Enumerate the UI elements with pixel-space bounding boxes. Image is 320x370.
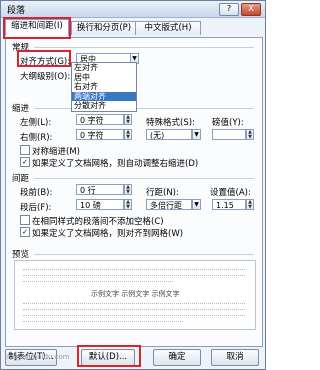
space-after-spinner[interactable]: ▲ ▼ xyxy=(124,199,132,210)
tab-indent-spacing[interactable]: 缩进和间距(I) xyxy=(5,19,69,36)
help-button[interactable]: ? xyxy=(219,3,239,16)
general-separator xyxy=(34,47,254,48)
preview-line xyxy=(23,269,245,271)
indent-separator xyxy=(34,108,254,109)
indent-section-label: 缩进 xyxy=(12,104,30,114)
left-indent-label: 左侧(L): xyxy=(20,118,52,128)
outline-level-label: 大纲级别(O): xyxy=(20,72,71,82)
preview-line xyxy=(23,275,245,277)
left-indent-spinner[interactable]: ▲ ▼ xyxy=(124,114,132,125)
preview-separator xyxy=(34,254,254,255)
line-spacing-label: 行距(N): xyxy=(146,188,179,198)
line-spacing-select[interactable]: 多倍行距 xyxy=(146,199,192,210)
snap-to-grid-label: 如果定义了文档网格，则对齐到网格(W) xyxy=(32,229,184,239)
title-bar: 段落 ? X xyxy=(1,1,265,18)
alignment-option[interactable]: 居中 xyxy=(72,73,136,83)
preview-sample-text: 示例文字 示例文字 示例文字 xyxy=(91,290,180,298)
mirror-indent-label: 对称缩进(M) xyxy=(32,147,80,157)
space-before-field[interactable]: 0 行 xyxy=(76,184,124,195)
preview-line xyxy=(23,309,245,311)
measure-label: 磅值(Y): xyxy=(212,118,244,128)
space-after-label: 段后(F): xyxy=(20,203,52,213)
dialog-title: 段落 xyxy=(7,6,26,16)
no-space-label: 在相同样式的段落间不添加空格(C) xyxy=(32,217,164,227)
alignment-dropdown-list[interactable]: 左对齐 居中 右对齐 两端对齐 分散对齐 xyxy=(71,62,137,112)
setting-value-spinner[interactable]: ▲ ▼ xyxy=(246,199,254,210)
preview-section-label: 预览 xyxy=(12,250,30,260)
auto-adjust-checkbox[interactable]: ✓ xyxy=(20,157,30,167)
right-indent-field[interactable]: 0 字符 xyxy=(76,129,124,140)
snap-to-grid-checkbox[interactable]: ✓ xyxy=(20,227,30,237)
space-after-field[interactable]: 10 磅 xyxy=(76,199,124,210)
right-indent-spinner[interactable]: ▲ ▼ xyxy=(124,129,132,140)
preview-line xyxy=(23,321,183,323)
preview-box: 示例文字 示例文字 示例文字 xyxy=(14,260,256,330)
setting-value-label: 设置值(A): xyxy=(210,188,251,198)
cancel-button[interactable]: 取消 xyxy=(211,349,259,366)
watermark: jingyan.baidu.com xyxy=(5,353,70,361)
special-format-select[interactable]: (无) xyxy=(146,129,192,140)
default-button[interactable]: 默认(D)... xyxy=(81,349,135,366)
spacing-separator xyxy=(34,178,254,179)
alignment-label: 对齐方式(G): xyxy=(20,57,71,67)
tab-asian-typography[interactable]: 中文版式(H) xyxy=(135,21,201,35)
paragraph-dialog: 段落 ? X 缩进和间距(I) 换行和分页(P) 中文版式(H) 常规 对齐方式… xyxy=(0,0,266,370)
close-button[interactable]: X xyxy=(241,3,261,16)
space-before-spinner[interactable]: ▲ ▼ xyxy=(124,184,132,195)
special-chevron-down-icon[interactable]: ▼ xyxy=(192,129,201,140)
mirror-indent-checkbox[interactable] xyxy=(20,145,30,155)
alignment-option-selected[interactable]: 两端对齐 xyxy=(72,91,136,102)
auto-adjust-label: 如果定义了文档网格，则自动调整右缩进(D) xyxy=(32,159,199,169)
measure-spinner[interactable]: ▲ ▼ xyxy=(246,129,254,140)
general-section-label: 常规 xyxy=(12,43,30,53)
special-format-label: 特殊格式(S): xyxy=(146,118,195,128)
spacing-section-label: 间距 xyxy=(12,174,30,184)
tab-line-page-breaks[interactable]: 换行和分页(P) xyxy=(71,21,137,35)
preview-line xyxy=(23,303,245,305)
space-before-label: 段前(B): xyxy=(20,188,53,198)
measure-field[interactable] xyxy=(212,129,246,140)
ok-button[interactable]: 确定 xyxy=(153,349,201,366)
right-indent-label: 右侧(R): xyxy=(20,133,53,143)
alignment-option[interactable]: 分散对齐 xyxy=(72,101,136,111)
preview-line xyxy=(23,315,245,317)
alignment-option[interactable]: 右对齐 xyxy=(72,82,136,92)
alignment-option[interactable]: 左对齐 xyxy=(72,63,136,73)
left-indent-field[interactable]: 0 字符 xyxy=(76,114,124,125)
no-space-checkbox[interactable] xyxy=(20,215,30,225)
line-spacing-chevron-down-icon[interactable]: ▼ xyxy=(192,199,201,210)
setting-value-field[interactable]: 1.15 xyxy=(212,199,246,210)
preview-line xyxy=(23,281,173,283)
